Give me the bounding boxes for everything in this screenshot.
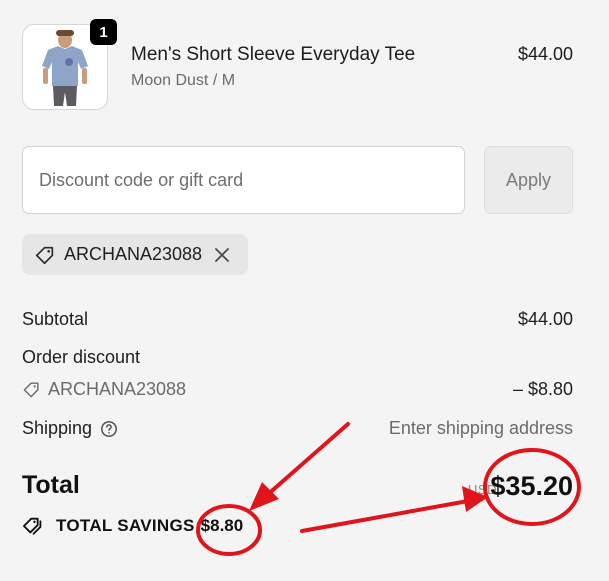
product-price: $44.00: [517, 44, 573, 64]
tag-icon: [22, 380, 41, 399]
discount-value: – $8.80: [512, 379, 573, 399]
tag-icon: [34, 244, 56, 266]
order-discount-label: Order discount: [22, 347, 141, 367]
applied-code-label: ARCHANA23088: [64, 244, 203, 264]
subtotal-label: Subtotal: [22, 309, 89, 329]
total-savings-row: TOTAL SAVINGS $8.80: [22, 515, 243, 537]
applied-discount-chip: ARCHANA23088: [22, 234, 248, 275]
annotation-arrowhead-savings: [249, 482, 279, 511]
total-savings-amount: $8.80: [200, 516, 244, 535]
tags-icon: [22, 515, 46, 537]
close-icon[interactable]: [214, 247, 230, 263]
annotation-arrow-total: [300, 499, 470, 533]
total-amount: $35.20: [490, 471, 573, 501]
shipping-row: Shipping: [22, 418, 118, 439]
shipping-value: Enter shipping address: [388, 418, 573, 438]
discount-code-text: ARCHANA23088: [48, 379, 187, 399]
total-label: Total: [22, 471, 80, 499]
help-circle-icon[interactable]: [100, 420, 118, 438]
total-savings-label: TOTAL SAVINGS: [56, 516, 195, 535]
quantity-badge: 1: [90, 19, 117, 45]
shipping-label: Shipping: [22, 418, 93, 438]
discount-code-row: ARCHANA23088: [22, 379, 186, 400]
subtotal-value: $44.00: [517, 309, 573, 329]
discount-code-input[interactable]: [22, 146, 465, 214]
product-variant: Moon Dust / M: [131, 72, 236, 89]
apply-button[interactable]: Apply: [484, 146, 573, 214]
annotation-arrow-savings: [264, 422, 350, 498]
product-name: Men's Short Sleeve Everyday Tee: [131, 44, 416, 65]
